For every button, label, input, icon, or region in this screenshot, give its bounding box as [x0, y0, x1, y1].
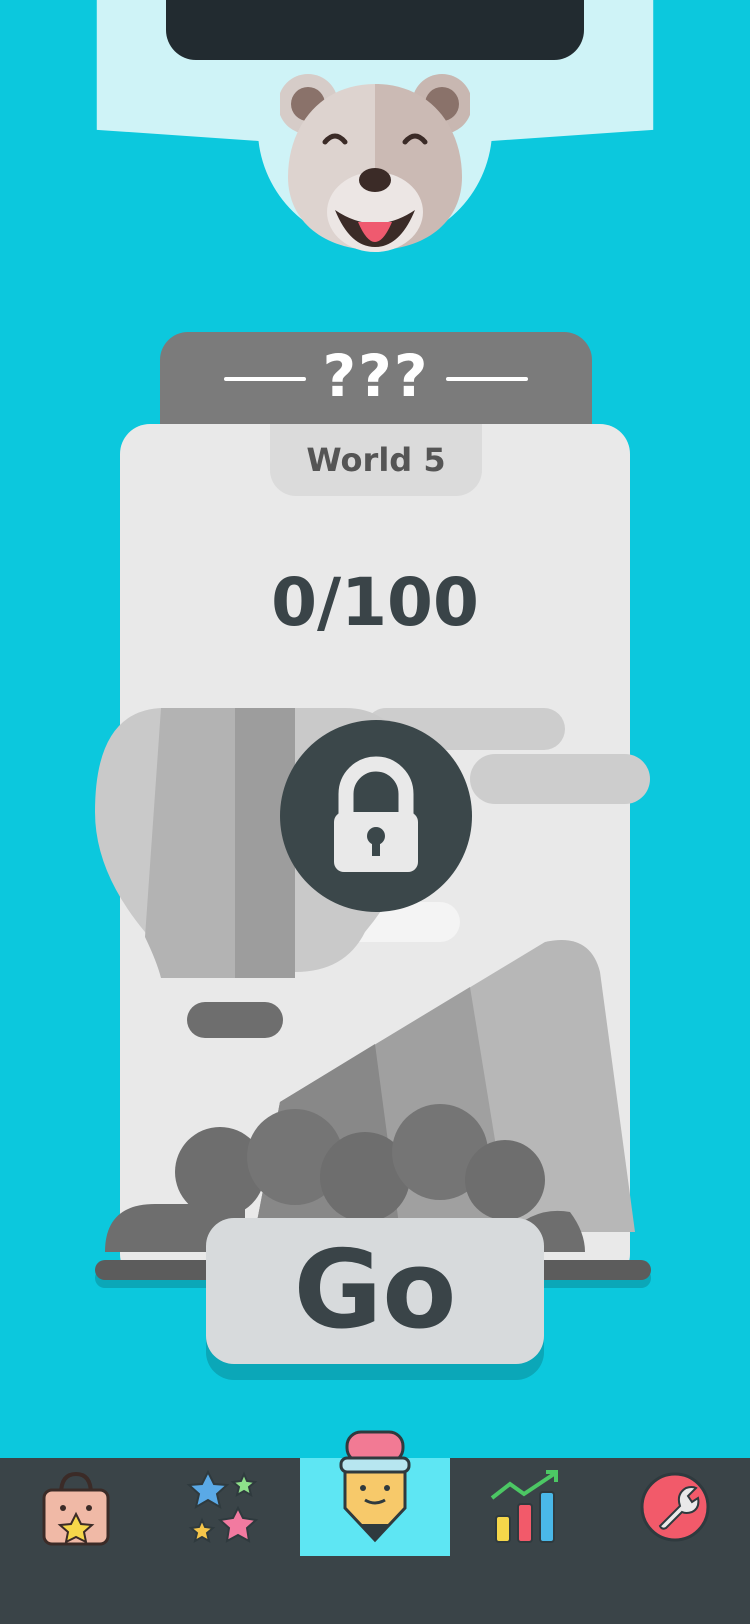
nav-item-stickers[interactable] [150, 1458, 300, 1556]
bottom-nav [0, 1430, 750, 1624]
nav-item-shop[interactable] [0, 1458, 150, 1556]
lock-badge [280, 720, 472, 912]
nav-item-stats[interactable] [450, 1458, 600, 1556]
lock-icon [334, 756, 418, 872]
shopping-bag-icon [42, 1471, 110, 1546]
device-notch [166, 0, 584, 60]
progress-counter: 0/100 [271, 564, 479, 641]
header-divider-right [446, 377, 528, 381]
stars-icon [186, 1469, 259, 1544]
chart-icon [490, 1470, 558, 1543]
wrench-icon [640, 1472, 710, 1542]
go-button[interactable]: Go [206, 1218, 544, 1364]
level-card[interactable]: ??? World 5 0/100 [95, 332, 655, 1292]
bear-avatar-icon[interactable] [280, 72, 470, 262]
pencil-mascot-icon [339, 1430, 411, 1543]
world-label: World 5 [270, 424, 482, 496]
nav-item-settings[interactable] [600, 1458, 750, 1556]
world-title: ??? [322, 342, 430, 410]
nav-item-play[interactable] [300, 1430, 450, 1556]
